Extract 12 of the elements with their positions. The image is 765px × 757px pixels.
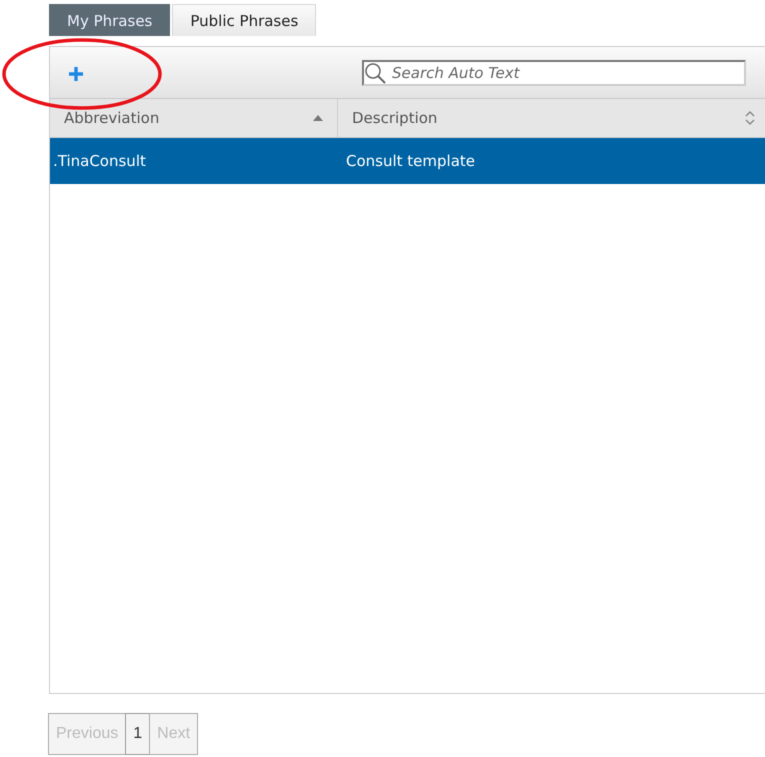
table-cell: Consult template: [346, 152, 476, 170]
table-row[interactable]: .TinaConsult Consult template: [50, 138, 765, 184]
tab[interactable]: Public Phrases: [172, 4, 316, 36]
table-cell: .TinaConsult: [53, 152, 146, 170]
column-header[interactable]: Description: [338, 99, 765, 137]
search-field[interactable]: Search Auto Text: [362, 60, 746, 86]
column-label: Description: [352, 109, 438, 127]
column-label: Abbreviation: [64, 109, 160, 127]
column-header[interactable]: Abbreviation: [50, 99, 338, 137]
tab[interactable]: My Phrases: [49, 4, 170, 36]
pager-button[interactable]: 1: [125, 713, 150, 755]
add-icon[interactable]: [68, 66, 84, 82]
